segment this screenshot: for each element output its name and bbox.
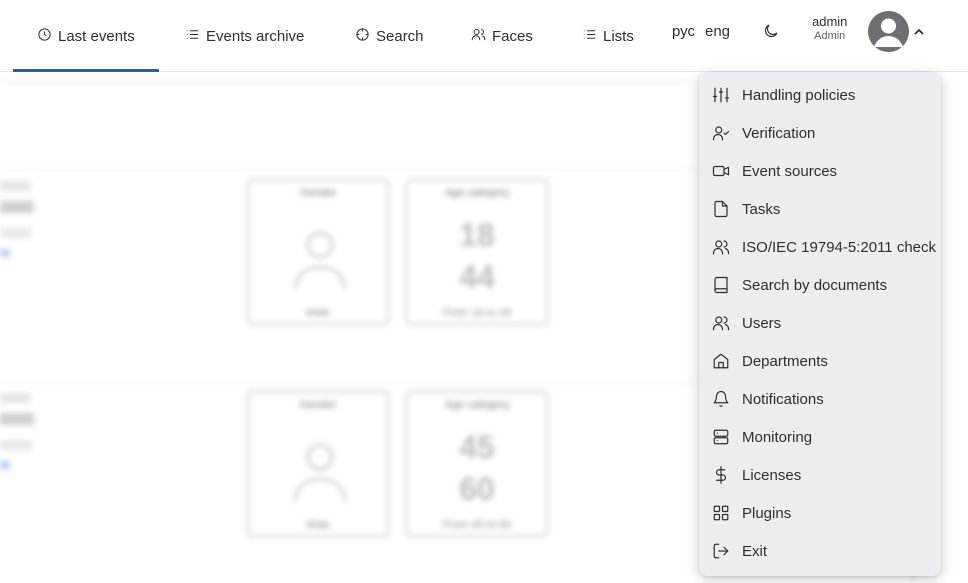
age-from: 18 bbox=[459, 217, 495, 253]
menu-item-handling-policies[interactable]: Handling policies bbox=[699, 76, 941, 114]
card-footer: From 45 to 60 bbox=[442, 519, 512, 531]
event-link-placeholder bbox=[0, 249, 10, 257]
age-from: 45 bbox=[459, 429, 495, 465]
age-to: 44 bbox=[459, 259, 495, 295]
card-title: Age category bbox=[444, 399, 510, 411]
dollar-icon bbox=[712, 466, 730, 484]
menu-item-event-sources[interactable]: Event sources bbox=[699, 152, 941, 190]
card-title: Age category bbox=[444, 187, 510, 199]
tab-label: Last events bbox=[58, 27, 135, 45]
row-divider bbox=[0, 169, 700, 170]
age-to: 60 bbox=[459, 471, 495, 507]
age-card: Age category 18 44 From 18 to 44 bbox=[406, 179, 548, 325]
menu-item-label: Event sources bbox=[742, 162, 838, 180]
user-name: admin bbox=[812, 14, 848, 29]
chevron-up-icon bbox=[913, 25, 925, 42]
event-text-placeholder bbox=[0, 228, 32, 238]
card-title: Gender bbox=[299, 399, 337, 411]
menu-item-iso-check[interactable]: ISO/IEC 19794-5:2011 check bbox=[699, 228, 941, 266]
gender-card: Gender Male bbox=[247, 179, 389, 325]
row-divider bbox=[0, 381, 700, 382]
user-role: Admin bbox=[814, 30, 846, 42]
event-text-placeholder bbox=[0, 181, 30, 191]
menu-item-licenses[interactable]: Licenses bbox=[699, 456, 941, 494]
language-ru[interactable]: рус bbox=[672, 0, 695, 62]
person-icon bbox=[285, 221, 355, 291]
file-icon bbox=[712, 200, 730, 218]
tab-label: Events archive bbox=[206, 27, 305, 45]
tab-last-events[interactable]: Last events bbox=[13, 0, 159, 72]
tab-label: Faces bbox=[492, 27, 533, 45]
list-icon bbox=[185, 27, 200, 46]
crosshair-icon bbox=[355, 27, 370, 46]
menu-item-tasks[interactable]: Tasks bbox=[699, 190, 941, 228]
menu-item-label: Exit bbox=[742, 542, 768, 560]
book-icon bbox=[712, 276, 730, 294]
menu-item-label: Handling policies bbox=[742, 86, 856, 104]
menu-item-label: Verification bbox=[742, 124, 816, 142]
users-icon bbox=[712, 238, 730, 256]
tab-events-archive[interactable]: Events archive bbox=[185, 0, 304, 72]
menu-item-label: Departments bbox=[742, 352, 828, 370]
event-link-placeholder bbox=[0, 461, 10, 469]
moon-icon bbox=[762, 24, 780, 44]
list-icon bbox=[582, 27, 597, 46]
users-icon bbox=[712, 314, 730, 332]
menu-item-verification[interactable]: Verification bbox=[699, 114, 941, 152]
menu-item-label: Notifications bbox=[742, 390, 824, 408]
menu-item-plugins[interactable]: Plugins bbox=[699, 494, 941, 532]
menu-item-label: ISO/IEC 19794-5:2011 check bbox=[742, 238, 937, 256]
menu-item-label: Licenses bbox=[742, 466, 802, 484]
menu-item-label: Tasks bbox=[742, 200, 781, 218]
theme-toggle[interactable] bbox=[762, 22, 780, 40]
menu-item-label: Users bbox=[742, 314, 782, 332]
user-dropdown-menu: Handling policies Verification Event sou… bbox=[699, 72, 941, 576]
card-footer: Male bbox=[306, 519, 330, 531]
tab-label: Lists bbox=[603, 27, 634, 45]
tab-faces[interactable]: Faces bbox=[471, 0, 533, 72]
gender-card: Gender Male bbox=[247, 391, 389, 537]
top-navigation: Last events Events archive Search Faces … bbox=[0, 0, 968, 72]
person-icon bbox=[285, 433, 355, 503]
user-info[interactable]: admin Admin bbox=[812, 14, 847, 44]
age-card: Age category 45 60 From 45 to 60 bbox=[406, 391, 548, 537]
log-out-icon bbox=[712, 542, 730, 560]
grid-icon bbox=[712, 504, 730, 522]
tab-label: Search bbox=[376, 27, 424, 45]
menu-item-monitoring[interactable]: Monitoring bbox=[699, 418, 941, 456]
server-icon bbox=[712, 428, 730, 446]
card-title: Gender bbox=[299, 187, 337, 199]
user-check-icon bbox=[712, 124, 730, 142]
card-footer: From 18 to 44 bbox=[442, 307, 512, 319]
avatar[interactable] bbox=[868, 11, 909, 52]
menu-item-departments[interactable]: Departments bbox=[699, 342, 941, 380]
event-text-placeholder bbox=[0, 440, 32, 450]
event-text-placeholder bbox=[0, 393, 30, 403]
video-icon bbox=[712, 162, 730, 180]
users-icon bbox=[471, 27, 486, 46]
menu-item-users[interactable]: Users bbox=[699, 304, 941, 342]
menu-item-notifications[interactable]: Notifications bbox=[699, 380, 941, 418]
menu-item-label: Plugins bbox=[742, 504, 792, 522]
home-icon bbox=[712, 352, 730, 370]
sliders-icon bbox=[712, 86, 730, 104]
user-avatar-icon bbox=[874, 18, 903, 47]
event-text-placeholder bbox=[0, 413, 34, 425]
language-en[interactable]: eng bbox=[705, 0, 730, 62]
tab-search[interactable]: Search bbox=[355, 0, 424, 72]
menu-item-search-by-documents[interactable]: Search by documents bbox=[699, 266, 941, 304]
menu-item-label: Search by documents bbox=[742, 276, 888, 294]
bell-icon bbox=[712, 390, 730, 408]
event-text-placeholder bbox=[0, 201, 34, 213]
clock-icon bbox=[37, 27, 52, 46]
menu-item-label: Monitoring bbox=[742, 428, 813, 446]
menu-item-exit[interactable]: Exit bbox=[699, 532, 941, 570]
card-footer: Male bbox=[306, 307, 330, 319]
user-menu-toggle[interactable] bbox=[913, 25, 925, 37]
tab-lists[interactable]: Lists bbox=[582, 0, 634, 72]
